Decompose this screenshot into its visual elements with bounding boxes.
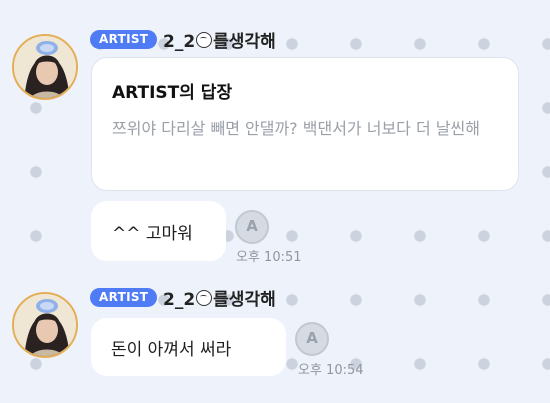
reply-card[interactable]: ARTIST의 답장 쯔위야 다리살 빼면 안댈까? 백댄서가 너보다 더 날씬… <box>91 57 519 191</box>
artist-badge: ARTIST <box>90 288 158 307</box>
avatar[interactable] <box>12 34 78 100</box>
avatar[interactable] <box>12 292 78 358</box>
avatar-photo <box>14 294 76 356</box>
face-emoji-icon <box>196 32 213 48</box>
message-text: ^^ 고마워 <box>112 224 193 244</box>
sender-name-suffix: 를생각해 <box>213 32 276 52</box>
message-bubble[interactable]: ^^ 고마워 <box>91 201 226 261</box>
message-time: 오후 10:54 <box>298 363 364 378</box>
message-time: 오후 10:51 <box>236 250 302 265</box>
message-bubble[interactable]: 돈이 아껴서 써라 <box>91 318 286 376</box>
sender-name-suffix: 를생각해 <box>213 290 276 310</box>
avatar-photo <box>14 36 76 98</box>
face-emoji-icon <box>196 290 213 306</box>
message-text: 돈이 아껴서 써라 <box>111 340 232 360</box>
sender-name-prefix: 2_2 <box>163 32 196 52</box>
reply-body: 쯔위야 다리살 빼면 안댈까? 백댄서가 너보다 더 날씬해 <box>112 119 480 138</box>
reply-title: ARTIST의 답장 <box>112 83 233 103</box>
sender-name[interactable]: 2_2 를생각해 <box>163 27 276 52</box>
sender-name-prefix: 2_2 <box>163 290 196 310</box>
sender-name[interactable]: 2_2 를생각해 <box>163 285 276 310</box>
lightstick-icon[interactable] <box>235 210 269 244</box>
lightstick-icon[interactable] <box>295 322 329 356</box>
artist-badge: ARTIST <box>90 30 158 49</box>
